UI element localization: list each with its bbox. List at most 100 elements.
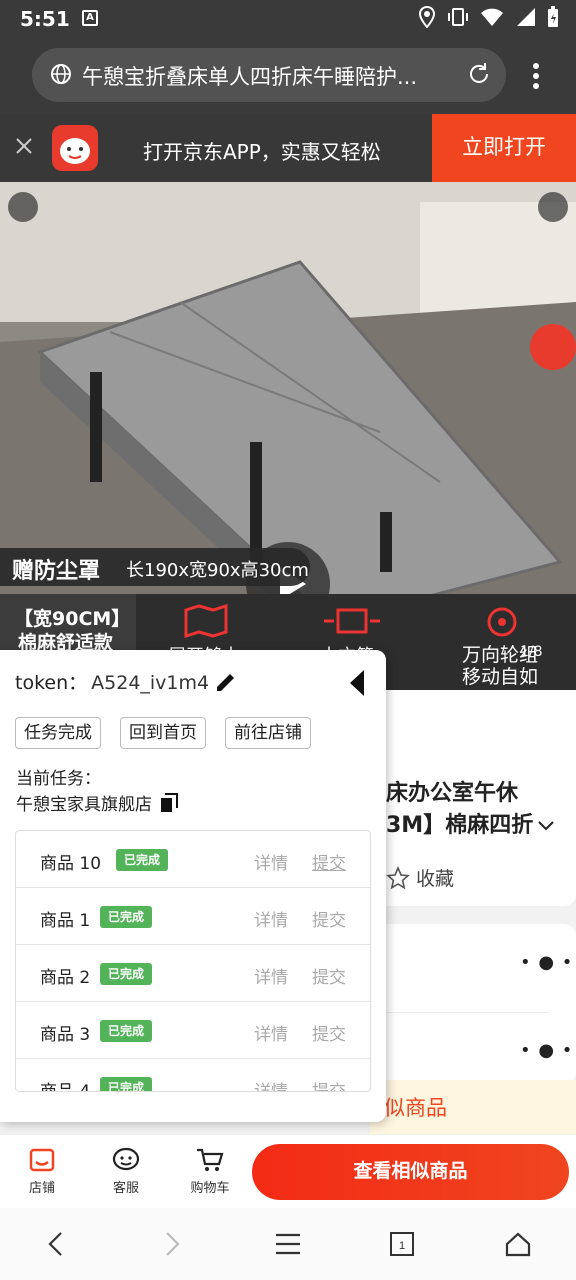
favorite-button[interactable]: 收藏: [386, 864, 454, 891]
reload-icon[interactable]: [466, 61, 492, 87]
collapse-icon[interactable]: [348, 668, 366, 698]
wifi-icon: [481, 8, 503, 26]
promo-text: 打开京东APP，实惠又轻松: [143, 140, 381, 164]
current-task: 午憩宝家具旗舰店: [16, 790, 178, 815]
browser-toolbar: 午憩宝折叠床单人四折床午睡陪护...: [0, 38, 576, 114]
tabs-icon[interactable]: 1: [388, 1230, 416, 1258]
task-submit-link[interactable]: 提交: [312, 1077, 346, 1091]
more-options-icon[interactable]: • ● •: [520, 952, 573, 973]
home-button[interactable]: 回到首页: [120, 717, 206, 749]
app-promo-banner: 打开京东APP，实惠又轻松 立即打开: [0, 114, 576, 182]
similar-products-bar[interactable]: 似商品: [370, 1080, 576, 1134]
status-bar: 5:51 A: [0, 0, 576, 38]
task-row: 商品 4 已完成 详情 提交: [16, 1059, 370, 1091]
back-arrow-icon[interactable]: [44, 1230, 68, 1258]
wheel-icon: [487, 607, 517, 637]
view-similar-button[interactable]: 查看相似商品: [252, 1144, 569, 1200]
token-row: token： A524_iv1m4: [15, 668, 209, 695]
signal-icon: [517, 8, 535, 26]
task-detail-link[interactable]: 详情: [254, 963, 288, 988]
task-submit-link[interactable]: 提交: [312, 963, 346, 988]
jd-float-icon[interactable]: [530, 324, 576, 370]
browser-nav-bar: 1: [0, 1208, 576, 1280]
status-icons: [418, 6, 560, 28]
product-title-line1: 床办公室午休: [386, 781, 519, 806]
cart-label: 购物车: [190, 1181, 230, 1196]
feature-wheels-line2: 移动自如: [462, 666, 539, 688]
task-name: 商品 3: [40, 1025, 91, 1045]
service-button[interactable]: 客服: [96, 1143, 156, 1196]
badge-dims: 长190x宽90x高30cm: [126, 560, 309, 581]
task-detail-link[interactable]: 详情: [254, 906, 288, 931]
favorite-label: 收藏: [416, 868, 455, 890]
chevron-down-icon[interactable]: [537, 820, 555, 832]
more-menu-icon[interactable]: [528, 62, 544, 90]
task-detail-link[interactable]: 详情: [254, 849, 288, 874]
status-badge: 已完成: [100, 906, 153, 928]
more-options-icon[interactable]: • ● •: [520, 1040, 573, 1061]
product-title: 床办公室午休 3M】棉麻四折: [386, 778, 555, 842]
task-submit-link[interactable]: 提交: [312, 1020, 346, 1045]
map-icon: [184, 604, 228, 638]
open-app-button[interactable]: 立即打开: [432, 114, 576, 182]
task-row: 商品 10 已完成 详情 提交: [16, 831, 370, 888]
task-overlay-panel: token： A524_iv1m4 任务完成 回到首页 前往店铺 当前任务： 午憩…: [0, 650, 386, 1122]
forward-arrow-icon[interactable]: [160, 1230, 184, 1258]
status-badge: 已完成: [100, 963, 153, 985]
task-name: 商品 1: [40, 911, 91, 931]
token-label: token：: [15, 672, 88, 694]
globe-icon: [51, 64, 71, 84]
home-icon[interactable]: [504, 1230, 532, 1258]
similar-products-text: 似商品: [384, 1096, 447, 1120]
task-name: 商品 2: [40, 968, 91, 988]
app-notification-icon: A: [82, 10, 98, 26]
page-title: 午憩宝折叠床单人四折床午睡陪护...: [82, 65, 418, 89]
menu-icon[interactable]: [274, 1230, 302, 1258]
status-badge: 已完成: [100, 1077, 153, 1091]
image-counter: 1/8: [520, 644, 543, 660]
battery-icon: [548, 6, 558, 27]
location-icon: [418, 6, 436, 28]
task-list: 商品 10 已完成 详情 提交 商品 1 已完成 详情 提交 商品 2 已完成 …: [15, 830, 371, 1092]
task-row: 商品 2 已完成 详情 提交: [16, 945, 370, 1002]
task-detail-link[interactable]: 详情: [254, 1020, 288, 1045]
product-title-line2: 3M】棉麻四折: [386, 813, 534, 838]
status-badge: 已完成: [100, 1020, 153, 1042]
shop-label: 店铺: [28, 1181, 55, 1196]
jd-logo: [52, 125, 98, 171]
badge-title: 赠防尘罩: [12, 559, 101, 584]
task-row: 商品 1 已完成 详情 提交: [16, 888, 370, 945]
back-icon[interactable]: [8, 192, 38, 222]
status-badge: 已完成: [116, 849, 169, 871]
task-detail-link[interactable]: 详情: [254, 1077, 288, 1091]
cart-icon: [197, 1148, 224, 1171]
current-task-label: 当前任务：: [16, 769, 101, 789]
vibrate-icon: [448, 8, 468, 26]
shop-icon: [29, 1148, 55, 1172]
options-card: • ● • • ● •: [370, 924, 576, 1084]
goto-shop-button[interactable]: 前往店铺: [225, 717, 311, 749]
bottom-action-bar: 店铺 客服 购物车 查看相似商品: [0, 1134, 576, 1208]
star-icon: [386, 865, 410, 889]
product-badge: 赠防尘罩 长190x宽90x高30cm: [0, 548, 310, 586]
task-name: 商品 10: [40, 854, 102, 874]
close-icon[interactable]: [14, 136, 34, 156]
svg-text:1: 1: [399, 1240, 405, 1252]
task-done-button[interactable]: 任务完成: [15, 717, 101, 749]
status-time: 5:51: [20, 7, 70, 31]
more-icon[interactable]: [538, 192, 568, 222]
token-value: A524_iv1m4: [91, 672, 210, 694]
task-submit-link[interactable]: 提交: [312, 906, 346, 931]
feature-width-line1: 【宽90CM】: [14, 608, 131, 630]
edit-icon[interactable]: [214, 670, 238, 694]
copy-icon[interactable]: [160, 792, 178, 813]
address-bar[interactable]: 午憩宝折叠床单人四折床午睡陪护...: [32, 48, 506, 102]
cart-button[interactable]: 购物车: [180, 1143, 240, 1196]
service-label: 客服: [112, 1181, 139, 1196]
chat-icon: [112, 1147, 140, 1171]
shop-button[interactable]: 店铺: [12, 1143, 72, 1196]
product-info-card: 床办公室午休 3M】棉麻四折 收藏: [370, 690, 576, 906]
expand-icon: [324, 608, 380, 634]
task-submit-link[interactable]: 提交: [312, 849, 346, 874]
task-row: 商品 3 已完成 详情 提交: [16, 1002, 370, 1059]
